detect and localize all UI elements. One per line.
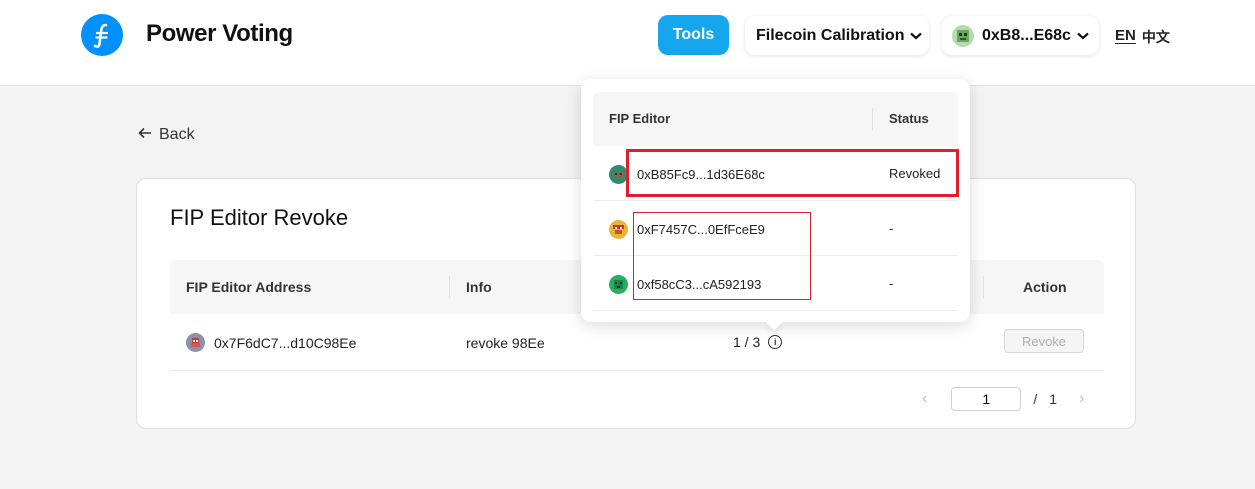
back-label: Back — [159, 126, 195, 143]
column-header-status: Status — [889, 111, 929, 126]
back-link[interactable]: Back — [138, 126, 195, 144]
info-cell: revoke 98Ee — [466, 335, 545, 351]
revoke-button[interactable]: Revoke — [1004, 329, 1084, 353]
wallet-address: 0xB8...E68c — [982, 26, 1071, 44]
wallet-account-button[interactable]: 0xB8...E68c — [942, 16, 1099, 55]
arrow-left-icon — [138, 126, 152, 144]
editor-avatar-icon — [609, 275, 628, 294]
column-divider — [983, 276, 984, 298]
popover-table-header: FIP Editor Status — [593, 92, 958, 146]
top-navbar: Power Voting Tools Filecoin Calibration … — [0, 0, 1255, 86]
column-header-fip-editor: FIP Editor — [609, 111, 671, 126]
chevron-down-icon — [1077, 27, 1089, 45]
network-selector[interactable]: Filecoin Calibration — [745, 16, 929, 55]
brand-title[interactable]: Power Voting — [146, 20, 293, 48]
pagination: ‹ / 1 › — [922, 387, 1084, 411]
chevron-down-icon — [910, 27, 923, 45]
editor-address: 0x7F6dC7...d10C98Ee — [214, 334, 357, 351]
table-row: 0x7F6dC7...d10C98Ee revoke 98Ee 1 / 3 i … — [170, 314, 1104, 371]
column-header-info: Info — [466, 279, 492, 295]
approval-count-cell: 1 / 3 i — [733, 334, 783, 350]
highlight-box-revoked-row — [626, 149, 959, 197]
lang-en-option[interactable]: EN — [1115, 27, 1136, 47]
editor-address-cell: 0x7F6dC7...d10C98Ee — [186, 333, 356, 352]
info-icon[interactable]: i — [768, 335, 783, 349]
editor-avatar-icon — [186, 333, 205, 352]
filecoin-logo-icon[interactable] — [81, 14, 123, 56]
language-switcher: EN 中文 — [1115, 27, 1170, 47]
column-divider — [872, 108, 873, 130]
column-header-action: Action — [1023, 279, 1067, 295]
page-separator: / — [1033, 391, 1038, 407]
network-label: Filecoin Calibration — [756, 26, 905, 44]
status-text: - — [889, 221, 894, 236]
approval-count: 1 / 3 — [733, 334, 761, 350]
column-divider — [449, 276, 450, 298]
editor-avatar-icon — [609, 220, 628, 239]
prev-page-icon[interactable]: ‹ — [922, 390, 927, 408]
tools-button[interactable]: Tools — [658, 15, 729, 55]
status-text: - — [889, 276, 894, 291]
highlight-box-pending-addresses — [633, 212, 811, 300]
lang-zh-option[interactable]: 中文 — [1142, 27, 1170, 47]
next-page-icon[interactable]: › — [1079, 390, 1084, 408]
page-title: FIP Editor Revoke — [170, 205, 349, 230]
column-header-address: FIP Editor Address — [186, 279, 312, 295]
wallet-avatar-icon — [952, 24, 974, 47]
total-pages: 1 — [1049, 391, 1058, 407]
page-number-input[interactable] — [951, 387, 1022, 411]
